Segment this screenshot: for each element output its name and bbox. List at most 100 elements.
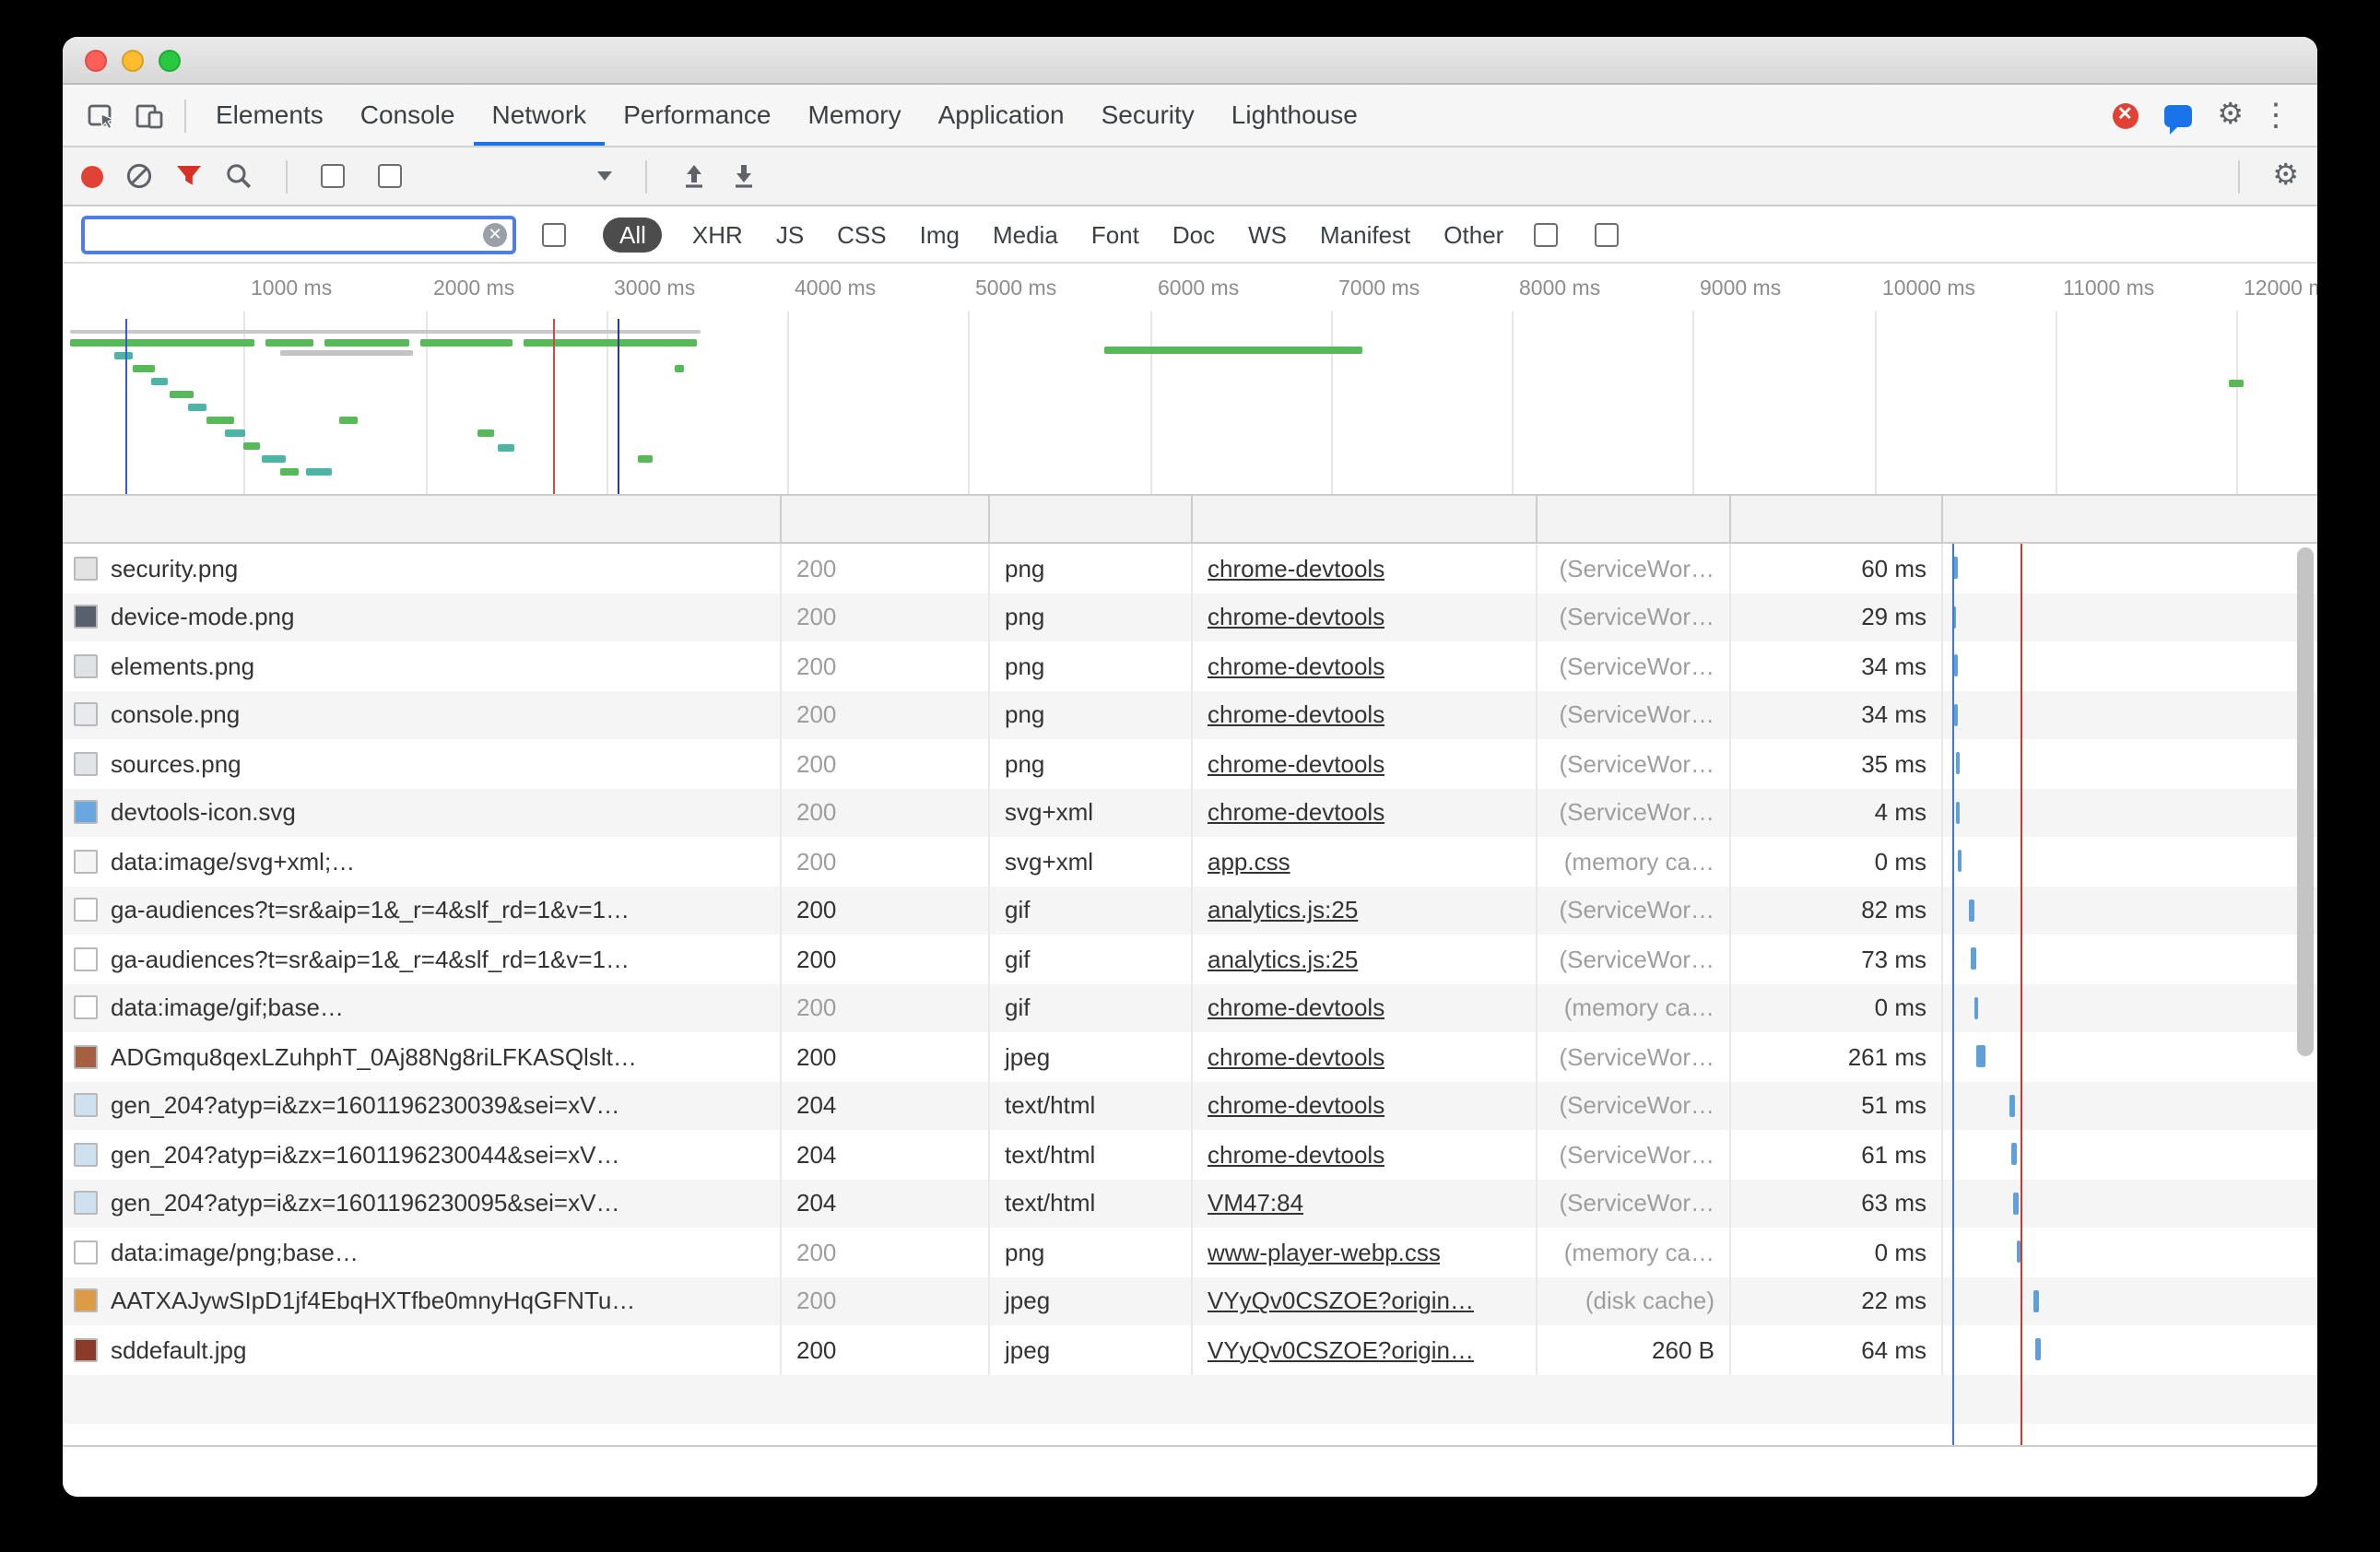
network-request-row[interactable]: AATXAJywSIpD1jf4EbqHXTfbe0mnyHqGFNTu… 20… [63, 1276, 2317, 1325]
panel-tab[interactable]: Console [342, 85, 474, 146]
initiator-link[interactable]: chrome-devtools [1208, 1141, 1384, 1169]
column-header-type[interactable] [990, 496, 1193, 542]
issues-bubble-icon[interactable] [2163, 104, 2191, 126]
request-name-cell[interactable]: devtools-icon.svg [63, 788, 782, 837]
minimize-window-button[interactable] [122, 49, 144, 71]
initiator-link[interactable]: VYyQv0CSZOE?origin… [1208, 1287, 1474, 1315]
close-window-button[interactable] [85, 49, 107, 71]
disable-cache-checkbox[interactable] [378, 164, 402, 188]
network-request-row[interactable]: console.png 200 png chrome-devtools (Ser… [63, 690, 2317, 739]
request-name-cell[interactable]: ga-audiences?t=sr&aip=1&_r=4&slf_rd=1&v=… [63, 886, 782, 935]
column-header-size[interactable] [1538, 496, 1731, 542]
initiator-link[interactable]: VYyQv0CSZOE?origin… [1208, 1336, 1474, 1364]
network-request-row[interactable]: gen_204?atyp=i&zx=1601196230044&sei=xV… … [63, 1130, 2317, 1179]
network-request-row[interactable]: ga-audiences?t=sr&aip=1&_r=4&slf_rd=1&v=… [63, 886, 2317, 935]
initiator-link[interactable]: app.css [1208, 848, 1290, 876]
initiator-link[interactable]: chrome-devtools [1208, 799, 1384, 827]
network-overview[interactable]: 1000 ms2000 ms3000 ms4000 ms5000 ms6000 … [63, 264, 2317, 494]
column-header-waterfall[interactable] [1943, 496, 2317, 542]
request-name-cell[interactable]: ga-audiences?t=sr&aip=1&_r=4&slf_rd=1&v=… [63, 935, 782, 983]
network-request-row[interactable]: device-mode.png 200 png chrome-devtools … [63, 593, 2317, 641]
request-name-cell[interactable]: sddefault.jpg [63, 1325, 782, 1374]
request-name-cell[interactable]: AATXAJywSIpD1jf4EbqHXTfbe0mnyHqGFNTu… [63, 1276, 782, 1325]
column-header-initiator[interactable] [1193, 496, 1538, 542]
initiator-link[interactable]: analytics.js:25 [1208, 946, 1358, 973]
filter-input[interactable] [81, 215, 516, 253]
panel-tab[interactable]: Performance [605, 85, 789, 146]
initiator-link[interactable]: www-player-webp.css [1208, 1239, 1441, 1266]
network-request-row[interactable]: data:image/svg+xml;… 200 svg+xml app.css… [63, 837, 2317, 886]
filter-pill[interactable]: XHR [689, 217, 747, 252]
zoom-window-button[interactable] [159, 49, 181, 71]
error-count-icon[interactable]: ✕ [2112, 102, 2138, 128]
network-request-row[interactable]: ADGmqu8qexLZuhphT_0Aj88Ng8riLFKASQlslt… … [63, 1032, 2317, 1081]
request-name-cell[interactable]: data:image/svg+xml;… [63, 837, 782, 886]
initiator-link[interactable]: chrome-devtools [1208, 604, 1384, 631]
clear-filter-icon[interactable]: ✕ [483, 222, 507, 246]
request-name-cell[interactable]: device-mode.png [63, 593, 782, 641]
panel-tab[interactable]: Security [1083, 85, 1213, 146]
filter-funnel-icon[interactable] [175, 163, 203, 189]
network-request-row[interactable]: ga-audiences?t=sr&aip=1&_r=4&slf_rd=1&v=… [63, 935, 2317, 983]
filter-pill[interactable]: Doc [1169, 217, 1219, 252]
filter-pill[interactable]: Manifest [1316, 217, 1414, 252]
filter-pill[interactable]: Other [1440, 217, 1507, 252]
column-header-name[interactable] [63, 496, 782, 542]
initiator-link[interactable]: chrome-devtools [1208, 750, 1384, 778]
initiator-link[interactable]: chrome-devtools [1208, 555, 1384, 582]
initiator-link[interactable]: chrome-devtools [1208, 994, 1384, 1022]
settings-gear-icon[interactable]: ⚙ [2217, 100, 2244, 130]
network-request-row[interactable]: data:image/png;base… 200 png www-player-… [63, 1228, 2317, 1276]
initiator-link[interactable]: chrome-devtools [1208, 1043, 1384, 1071]
request-name-cell[interactable]: gen_204?atyp=i&zx=1601196230095&sei=xV… [63, 1179, 782, 1228]
request-name-cell[interactable]: gen_204?atyp=i&zx=1601196230039&sei=xV… [63, 1081, 782, 1130]
panel-tab[interactable]: Network [473, 85, 605, 146]
filter-pill[interactable]: JS [772, 217, 807, 252]
import-har-icon[interactable] [680, 162, 708, 190]
network-request-row[interactable]: data:image/gif;base… 200 gif chrome-devt… [63, 983, 2317, 1032]
initiator-link[interactable]: VM47:84 [1208, 1190, 1303, 1217]
column-header-status[interactable] [782, 496, 990, 542]
preserve-log-checkbox[interactable] [321, 164, 345, 188]
panel-tab[interactable]: Lighthouse [1213, 85, 1376, 146]
hide-data-urls-checkbox[interactable] [542, 222, 566, 246]
toggle-device-toolbar-button[interactable] [125, 91, 173, 139]
network-request-row[interactable]: elements.png 200 png chrome-devtools (Se… [63, 641, 2317, 690]
filter-pill[interactable]: Img [916, 217, 963, 252]
request-name-cell[interactable]: console.png [63, 690, 782, 739]
initiator-link[interactable]: chrome-devtools [1208, 653, 1384, 680]
network-request-row[interactable]: sddefault.jpg 200 jpeg VYyQv0CSZOE?origi… [63, 1325, 2317, 1374]
initiator-link[interactable]: chrome-devtools [1208, 1092, 1384, 1120]
filter-pill[interactable]: All [603, 217, 663, 252]
blocked-requests-checkbox[interactable] [1594, 222, 1618, 246]
request-name-cell[interactable]: elements.png [63, 641, 782, 690]
inspect-element-button[interactable] [77, 91, 125, 139]
network-settings-gear-icon[interactable]: ⚙ [2272, 161, 2299, 191]
network-request-row[interactable]: gen_204?atyp=i&zx=1601196230039&sei=xV… … [63, 1081, 2317, 1130]
filter-pill[interactable]: CSS [833, 217, 890, 252]
clear-network-log-icon[interactable] [125, 162, 153, 190]
initiator-link[interactable]: analytics.js:25 [1208, 897, 1358, 924]
request-name-cell[interactable]: ADGmqu8qexLZuhphT_0Aj88Ng8riLFKASQlslt… [63, 1032, 782, 1081]
initiator-link[interactable]: chrome-devtools [1208, 701, 1384, 729]
request-name-cell[interactable]: security.png [63, 544, 782, 593]
filter-pill[interactable]: Media [989, 217, 1062, 252]
search-icon[interactable] [225, 162, 253, 190]
panel-tab[interactable]: Elements [197, 85, 342, 146]
request-name-cell[interactable]: sources.png [63, 739, 782, 788]
panel-tab[interactable]: Application [920, 85, 1083, 146]
has-blocked-cookies-checkbox[interactable] [1533, 222, 1557, 246]
network-request-row[interactable]: security.png 200 png chrome-devtools (Se… [63, 544, 2317, 593]
filter-pill[interactable]: WS [1244, 217, 1290, 252]
export-har-icon[interactable] [730, 162, 758, 190]
request-name-cell[interactable]: data:image/gif;base… [63, 983, 782, 1032]
request-name-cell[interactable]: gen_204?atyp=i&zx=1601196230044&sei=xV… [63, 1130, 782, 1179]
record-network-log-button[interactable] [81, 165, 103, 187]
network-request-row[interactable]: gen_204?atyp=i&zx=1601196230095&sei=xV… … [63, 1179, 2317, 1228]
more-options-kebab-icon[interactable]: ⋮ [2260, 100, 2292, 131]
filter-pill[interactable]: Font [1088, 217, 1143, 252]
panel-tab[interactable]: Memory [790, 85, 920, 146]
network-request-row[interactable]: devtools-icon.svg 200 svg+xml chrome-dev… [63, 788, 2317, 837]
vertical-scrollbar[interactable] [2297, 547, 2314, 1056]
request-name-cell[interactable]: data:image/png;base… [63, 1228, 782, 1276]
